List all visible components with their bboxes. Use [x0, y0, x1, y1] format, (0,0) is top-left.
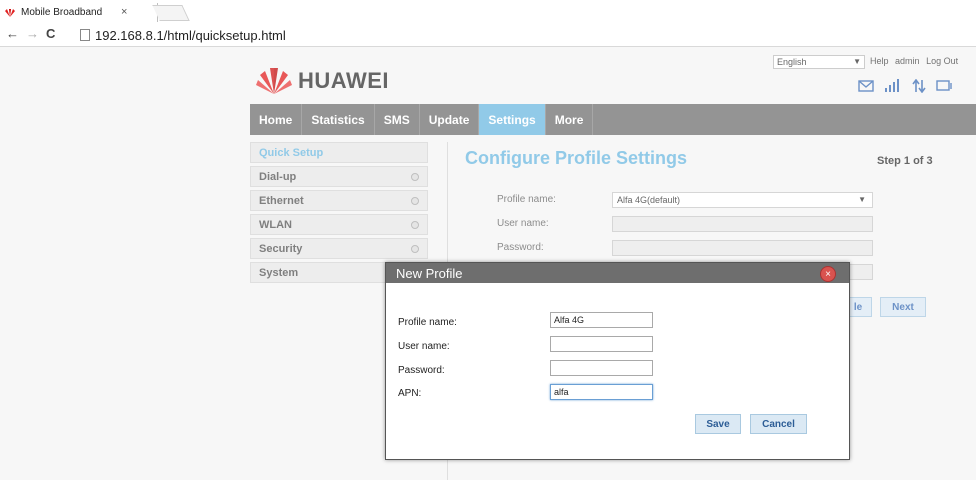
browser-tab[interactable]: Mobile Broadband × [0, 3, 158, 22]
dialog-profile-name-input[interactable] [550, 312, 653, 328]
dialog-user-name-input[interactable] [550, 336, 653, 352]
dialog-apn-label: APN: [398, 388, 422, 399]
cancel-button[interactable]: Cancel [750, 414, 807, 434]
save-button[interactable]: Save [695, 414, 741, 434]
dialog-user-name-label: User name: [398, 341, 450, 352]
close-icon[interactable]: × [820, 266, 836, 282]
address-bar: ← → C 192.168.8.1/html/quicksetup.html [0, 22, 976, 47]
back-icon[interactable]: ← [6, 26, 19, 41]
page-icon [80, 29, 90, 41]
url-text: 192.168.8.1/html/quicksetup.html [95, 27, 286, 43]
browser-tab-title: Mobile Broadband [21, 7, 103, 18]
browser-tab-bar: Mobile Broadband × [0, 0, 976, 22]
dialog-header: New Profile × [386, 263, 849, 283]
new-profile-dialog: New Profile × Profile name: User name: P… [385, 262, 850, 460]
reload-icon[interactable]: C [46, 26, 55, 41]
dialog-password-input[interactable] [550, 360, 653, 376]
dialog-profile-name-label: Profile name: [398, 317, 457, 328]
url-field[interactable]: 192.168.8.1/html/quicksetup.html [80, 26, 970, 44]
new-tab-button[interactable] [152, 5, 190, 21]
tab-close-icon[interactable]: × [121, 6, 127, 18]
dialog-apn-input[interactable] [550, 384, 653, 400]
huawei-favicon-icon [5, 9, 15, 17]
dialog-password-label: Password: [398, 365, 445, 376]
forward-icon[interactable]: → [26, 26, 39, 41]
dialog-title: New Profile [396, 265, 463, 281]
